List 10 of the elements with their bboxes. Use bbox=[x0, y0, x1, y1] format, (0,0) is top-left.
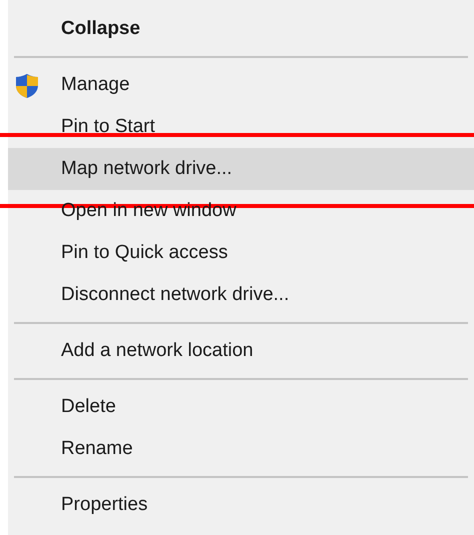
menu-item[interactable]: Add a network location bbox=[8, 330, 474, 372]
menu-item[interactable]: Pin to Start bbox=[8, 106, 474, 148]
menu-item[interactable]: Manage bbox=[8, 64, 474, 106]
menu-item[interactable]: Pin to Quick access bbox=[8, 232, 474, 274]
menu-item[interactable]: Delete bbox=[8, 386, 474, 428]
menu-item[interactable]: Map network drive... bbox=[8, 148, 474, 190]
menu-item[interactable]: Rename bbox=[8, 428, 474, 470]
menu-item[interactable]: Disconnect network drive... bbox=[8, 274, 474, 316]
menu-item[interactable]: Collapse bbox=[8, 8, 474, 50]
menu-item[interactable]: Properties bbox=[8, 484, 474, 526]
